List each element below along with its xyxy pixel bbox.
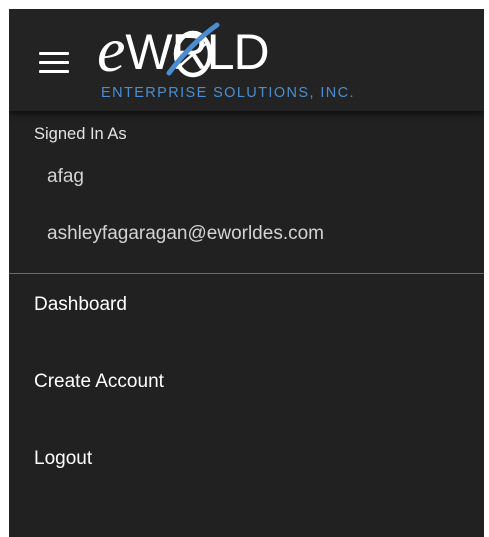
- menu-item-label: Logout: [34, 448, 93, 469]
- account-section: Signed In As afag ashleyfagaragan@eworld…: [9, 111, 484, 274]
- logo-letter-e: e: [97, 14, 126, 85]
- eworld-logo: eWRLD ENTERPRISE SOLUTIONS, INC.: [97, 14, 354, 107]
- signed-in-label: Signed In As: [34, 125, 127, 143]
- app-header: eWRLD ENTERPRISE SOLUTIONS, INC.: [9, 9, 484, 111]
- username: afag: [47, 166, 84, 187]
- menu-item-create-account[interactable]: Create Account: [9, 351, 484, 411]
- user-email: ashleyfagaragan@eworldes.com: [47, 223, 324, 244]
- menu-item-dashboard[interactable]: Dashboard: [9, 274, 484, 334]
- hamburger-menu-icon[interactable]: [39, 52, 69, 74]
- menu-item-label: Create Account: [34, 371, 164, 392]
- logo-tagline: ENTERPRISE SOLUTIONS, INC.: [101, 85, 355, 101]
- navigation-drawer: eWRLD ENTERPRISE SOLUTIONS, INC. Signed …: [9, 9, 484, 537]
- logo-swoosh-icon: [166, 22, 220, 78]
- menu-item-label: Dashboard: [34, 294, 127, 315]
- menu-item-logout[interactable]: Logout: [9, 428, 484, 488]
